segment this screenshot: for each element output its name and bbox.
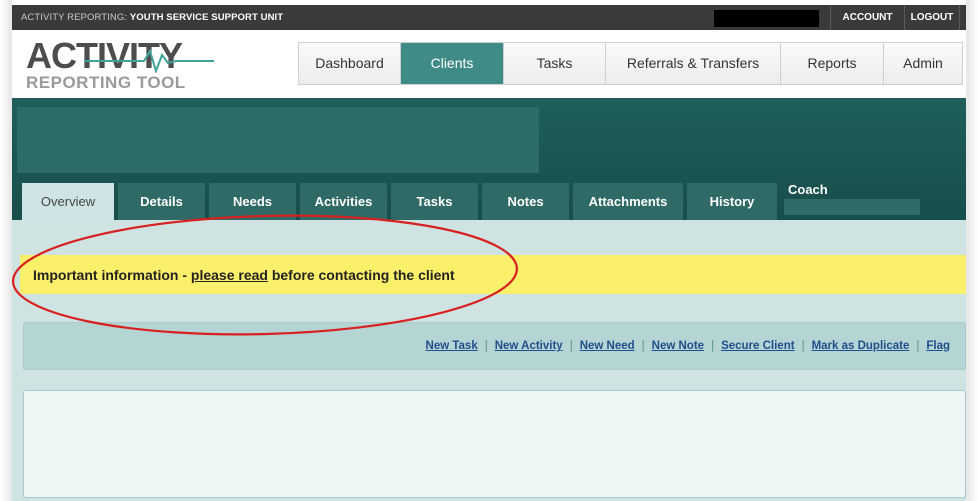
please-read-link[interactable]: please read: [191, 267, 268, 283]
unit-label: ACTIVITY REPORTING: YOUTH SERVICE SUPPOR…: [21, 12, 283, 23]
logo-line2: REPORTING TOOL: [26, 73, 186, 92]
nav-referrals-transfers[interactable]: Referrals & Transfers: [606, 43, 781, 84]
separator: |: [916, 340, 920, 352]
new-need-link[interactable]: New Need: [580, 340, 635, 352]
tab-attachments[interactable]: Attachments: [573, 183, 683, 220]
browser-frame: ACTIVITY REPORTING: YOUTH SERVICE SUPPOR…: [0, 0, 978, 501]
nav-admin[interactable]: Admin: [884, 43, 962, 84]
separator: |: [801, 340, 805, 352]
user-name-redacted: [714, 10, 819, 27]
window-edge-right: [966, 0, 978, 501]
nav-reports[interactable]: Reports: [781, 43, 884, 84]
overview-content: Important information - please read befo…: [12, 220, 966, 501]
coach-name-redacted: [784, 199, 920, 215]
tab-tasks[interactable]: Tasks: [391, 183, 478, 220]
nav-clients[interactable]: Clients: [401, 43, 504, 84]
separator: |: [484, 340, 488, 352]
client-name-redacted: [17, 107, 539, 173]
tab-activities[interactable]: Activities: [300, 183, 387, 220]
tab-details[interactable]: Details: [118, 183, 205, 220]
action-links: New Task | New Activity | New Need | New…: [426, 340, 950, 352]
tab-history[interactable]: History: [687, 183, 777, 220]
unit-name: YOUTH SERVICE SUPPORT UNIT: [129, 12, 284, 23]
app-logo[interactable]: ACTIVITY REPORTING TOOL: [26, 38, 216, 93]
important-notice: Important information - please read befo…: [20, 255, 966, 294]
pulse-line-icon: [84, 49, 214, 73]
new-task-link[interactable]: New Task: [426, 340, 478, 352]
window-edge-left: [0, 0, 12, 501]
client-header-band: Overview Details Needs Activities Tasks …: [12, 98, 966, 220]
nav-dashboard[interactable]: Dashboard: [299, 43, 401, 84]
header: ACTIVITY REPORTING TOOL Dashboard Client…: [12, 30, 966, 98]
logout-link[interactable]: LOGOUT: [904, 5, 960, 30]
top-bar: ACTIVITY REPORTING: YOUTH SERVICE SUPPOR…: [12, 5, 966, 30]
tab-needs[interactable]: Needs: [209, 183, 296, 220]
notice-text-before: Important information -: [33, 267, 191, 283]
new-activity-link[interactable]: New Activity: [495, 340, 563, 352]
overview-panel: [23, 390, 966, 498]
tab-notes[interactable]: Notes: [482, 183, 569, 220]
account-link[interactable]: ACCOUNT: [830, 5, 904, 30]
mark-as-duplicate-link[interactable]: Mark as Duplicate: [812, 340, 910, 352]
secure-client-link[interactable]: Secure Client: [721, 340, 795, 352]
unit-prefix: ACTIVITY REPORTING:: [21, 12, 130, 23]
separator: |: [569, 340, 573, 352]
notice-text-after: before contacting the client: [267, 267, 455, 283]
tab-overview[interactable]: Overview: [22, 183, 114, 220]
action-bar: New Task | New Activity | New Need | New…: [23, 322, 966, 370]
coach-label: Coach: [788, 182, 828, 197]
main-nav: Dashboard Clients Tasks Referrals & Tran…: [298, 42, 963, 85]
separator: |: [641, 340, 645, 352]
notice-text: Important information - please read befo…: [33, 267, 455, 283]
flag-link[interactable]: Flag: [926, 340, 950, 352]
new-note-link[interactable]: New Note: [652, 340, 704, 352]
separator: |: [711, 340, 715, 352]
nav-tasks[interactable]: Tasks: [504, 43, 606, 84]
